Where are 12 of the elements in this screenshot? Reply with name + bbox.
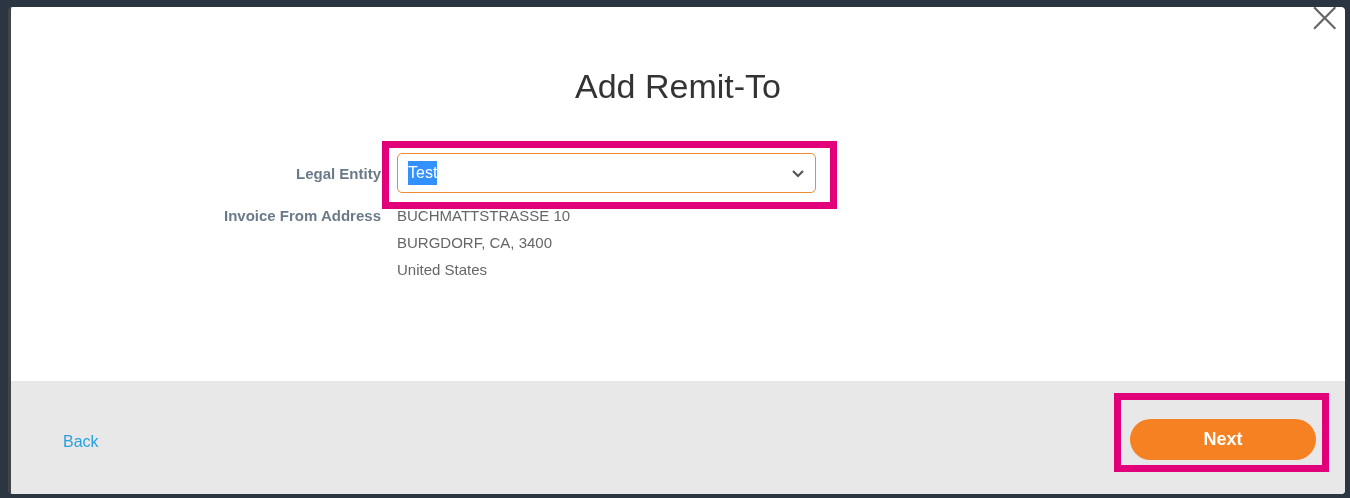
next-button[interactable]: Next: [1130, 419, 1316, 460]
back-link[interactable]: Back: [63, 429, 99, 454]
address-line: BURGDORF, CA, 3400: [397, 233, 554, 253]
close-button[interactable]: ×: [1306, 7, 1343, 39]
selected-value: Test: [408, 161, 438, 185]
field-label: Legal Entity: [295, 164, 381, 184]
field-label: Invoice From Address: [223, 206, 381, 226]
chevron-down-icon: [791, 168, 805, 178]
address-line: United States: [397, 260, 489, 280]
address-line: BUCHMATTSTRASSE 10: [397, 206, 572, 226]
dialog-title: Add Remit-To: [575, 69, 781, 103]
legal-entity-dropdown[interactable]: Test: [397, 153, 816, 193]
